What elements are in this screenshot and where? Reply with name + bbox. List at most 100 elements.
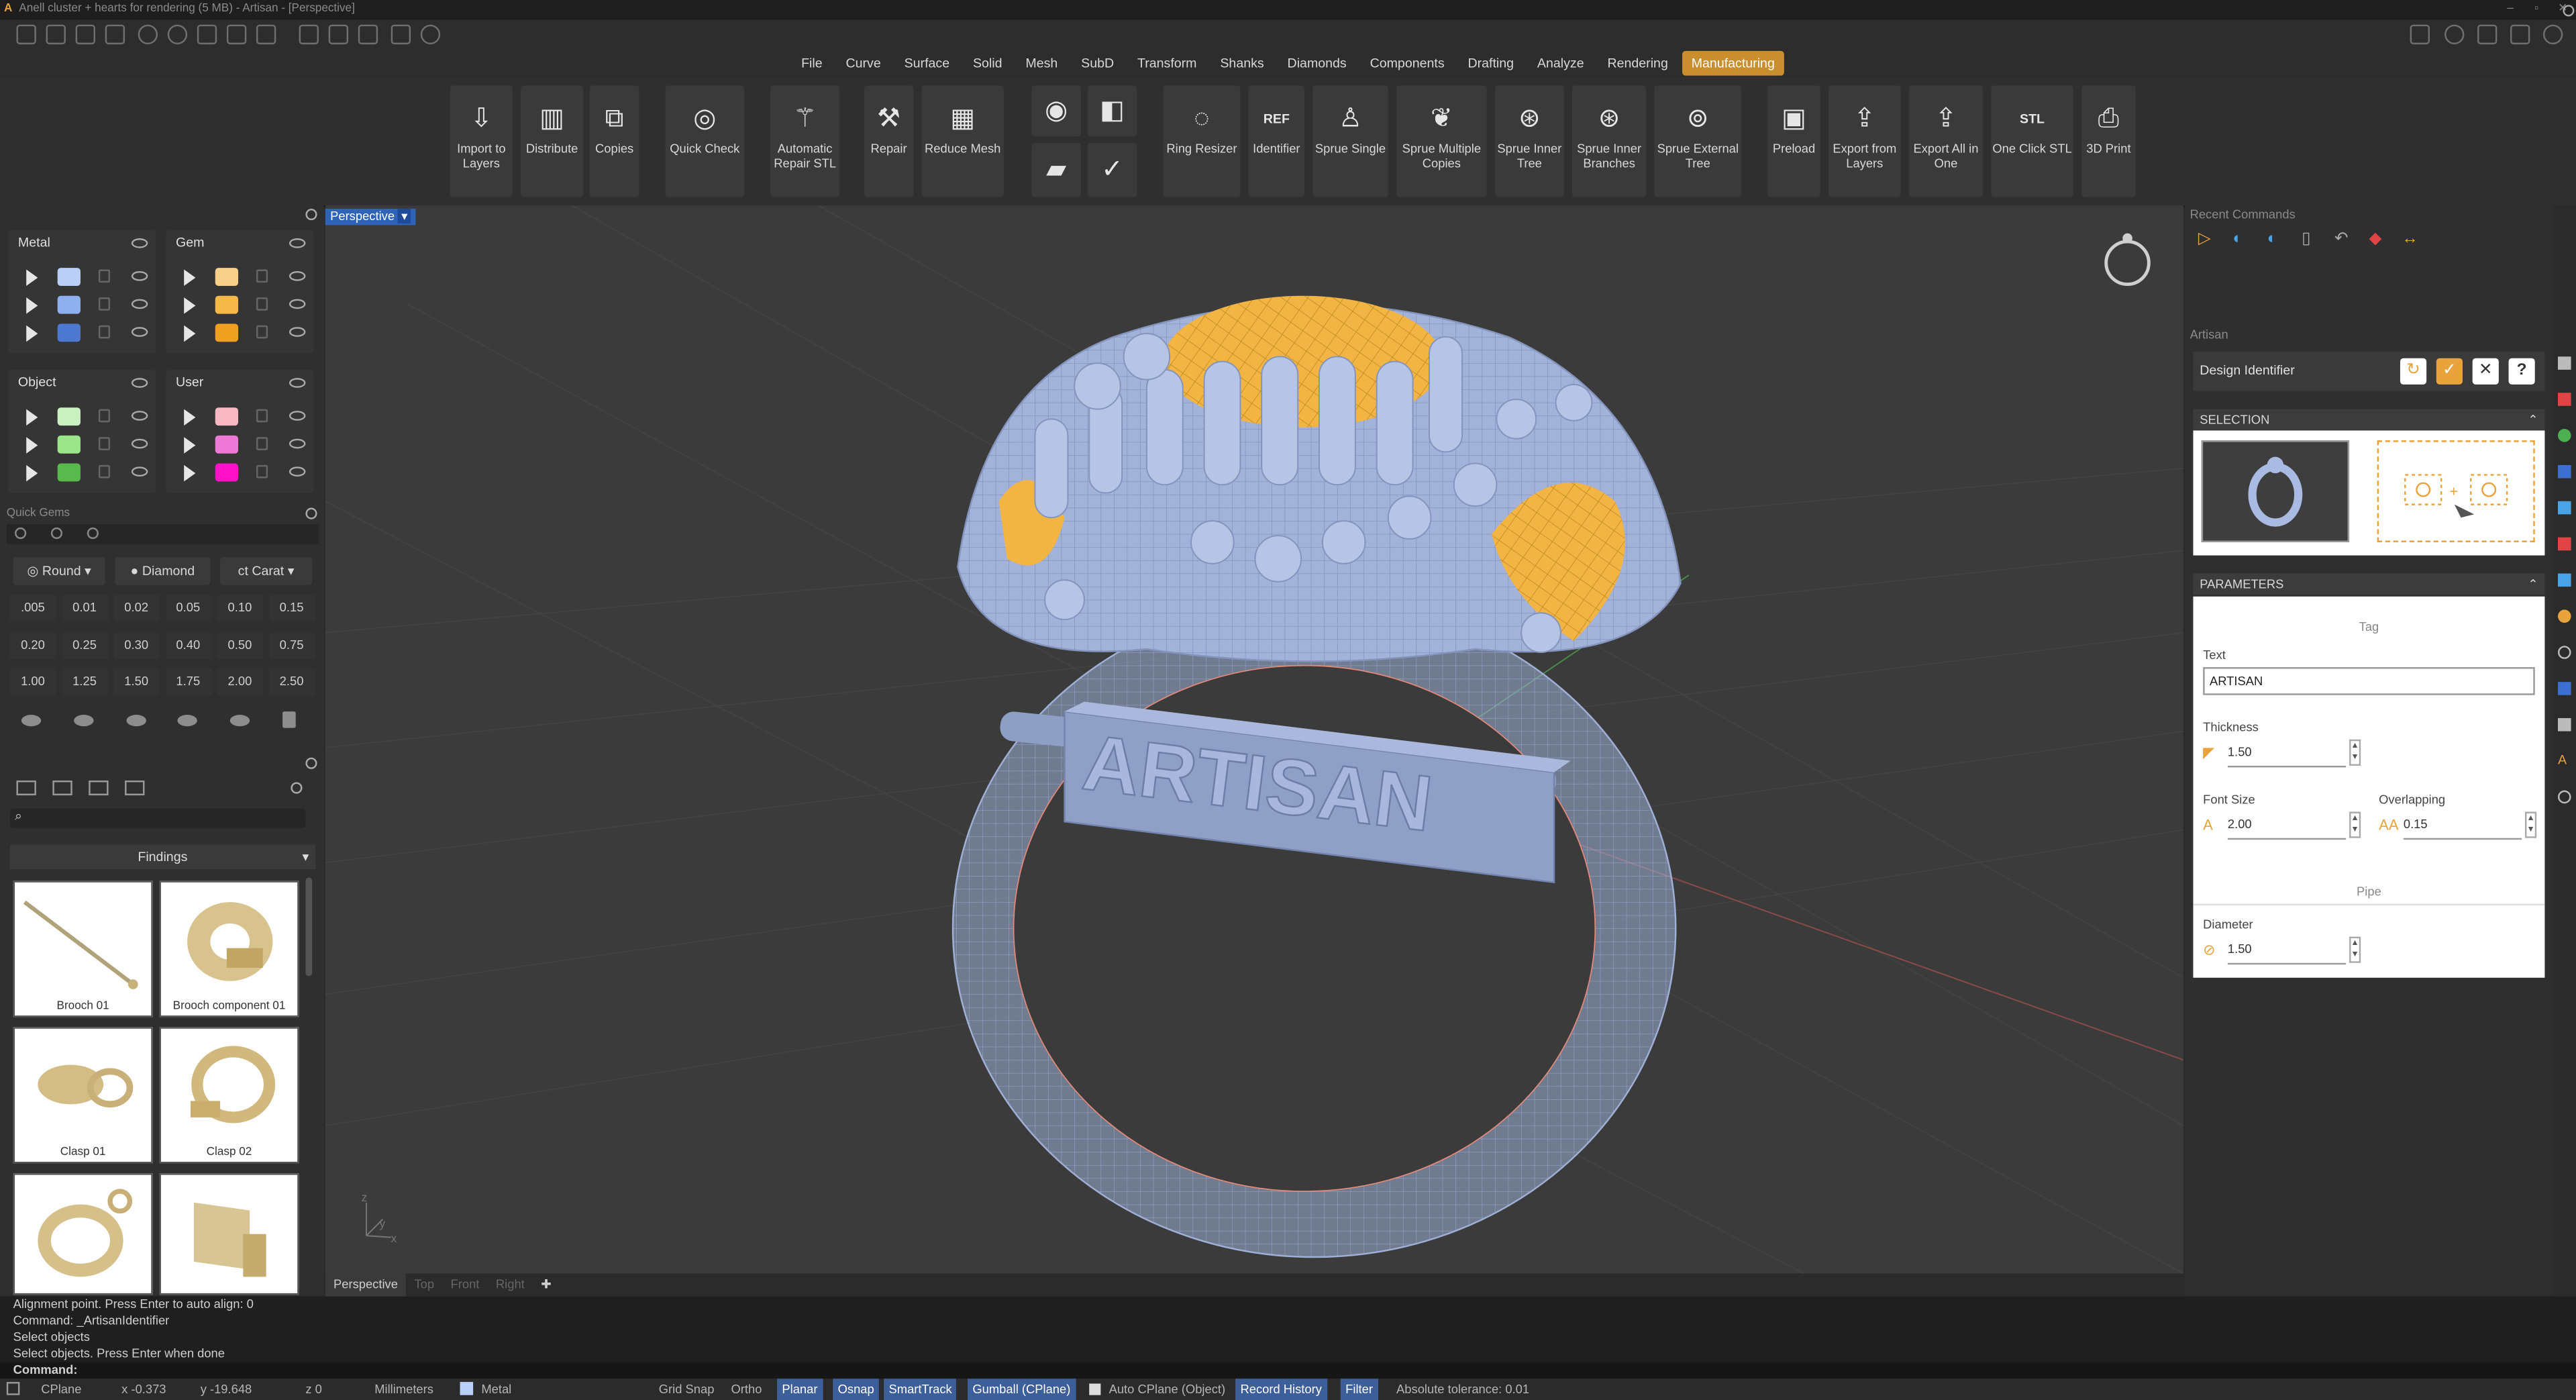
- layer-color-swatch[interactable]: [57, 323, 81, 342]
- cplane-label[interactable]: CPlane: [41, 1379, 81, 1400]
- distribute-button[interactable]: ▥ Distribute: [521, 85, 584, 197]
- diameter-input[interactable]: 1.50: [2227, 937, 2347, 965]
- gem-size-button[interactable]: 1.25: [61, 668, 108, 695]
- layer-row[interactable]: [8, 406, 156, 429]
- gem-cut-icon[interactable]: [126, 715, 146, 727]
- materials-icon[interactable]: [2558, 429, 2571, 442]
- menu-curve[interactable]: Curve: [836, 49, 891, 77]
- layer-row[interactable]: [8, 322, 156, 345]
- cancel-close-icon[interactable]: ✕: [2472, 358, 2499, 385]
- gem-cut-icon[interactable]: [74, 715, 94, 727]
- filter-toggle[interactable]: Filter: [1340, 1379, 1378, 1400]
- menu-analyze[interactable]: Analyze: [1527, 49, 1594, 77]
- lock-icon[interactable]: [256, 325, 268, 339]
- eye-icon[interactable]: [289, 378, 306, 388]
- gem-size-button[interactable]: 1.00: [9, 668, 56, 695]
- mesh-check-button[interactable]: ✓: [1087, 143, 1137, 197]
- undo-icon[interactable]: [138, 24, 158, 45]
- select-icon[interactable]: [299, 24, 319, 45]
- thickness-stepper[interactable]: ▲ ▼: [2349, 739, 2361, 766]
- gem-size-button[interactable]: 0.25: [61, 632, 108, 658]
- layer-row[interactable]: [8, 294, 156, 317]
- layer-color-swatch[interactable]: [215, 463, 239, 482]
- library-item-cufflink[interactable]: [159, 1173, 299, 1295]
- library-item-brooch-01[interactable]: Brooch 01: [13, 881, 153, 1017]
- gem-unit-dropdown[interactable]: ct Carat ▾: [220, 557, 313, 585]
- redo-icon[interactable]: [167, 24, 188, 45]
- move-icon[interactable]: [358, 24, 378, 45]
- library-item-lobster-clasp[interactable]: [13, 1173, 153, 1295]
- gem-size-button[interactable]: 0.50: [217, 632, 263, 658]
- chevron-down-icon[interactable]: ▾: [398, 208, 411, 223]
- lights-icon[interactable]: [2558, 537, 2571, 551]
- gem-size-button[interactable]: 1.75: [165, 668, 211, 695]
- thickness-input[interactable]: 1.50: [2227, 740, 2347, 768]
- play-icon[interactable]: [184, 297, 196, 314]
- gem-size-button[interactable]: 0.02: [113, 595, 160, 621]
- save-copy-icon[interactable]: [256, 24, 276, 45]
- layers-toggle-icon[interactable]: [2477, 24, 2497, 45]
- play-icon[interactable]: [184, 464, 196, 482]
- sprue-multiple-copies-button[interactable]: ❦ Sprue Multiple Copies: [1396, 85, 1487, 197]
- reduce-mesh-button[interactable]: ▦ Reduce Mesh: [921, 85, 1004, 197]
- menu-manufacturing[interactable]: Manufacturing: [1682, 50, 1785, 76]
- gem-wand-icon[interactable]: [50, 527, 63, 540]
- layer-row[interactable]: [8, 266, 156, 289]
- automatic-repair-stl-button[interactable]: ⚚ Automatic Repair STL: [770, 85, 840, 197]
- eye-icon[interactable]: [131, 327, 148, 337]
- play-icon[interactable]: [26, 269, 38, 287]
- gem-size-button[interactable]: 2.00: [217, 668, 263, 695]
- current-layer-swatch[interactable]: [460, 1382, 474, 1395]
- eye-icon[interactable]: [131, 299, 148, 309]
- eye-icon[interactable]: [131, 466, 148, 477]
- gem-size-button[interactable]: 0.75: [268, 632, 315, 658]
- library-item-brooch-component-01[interactable]: Brooch component 01: [159, 881, 299, 1017]
- layer-color-swatch[interactable]: [215, 323, 239, 342]
- gem-size-button[interactable]: .005: [9, 595, 56, 621]
- gem-size-button[interactable]: 0.20: [9, 632, 56, 658]
- perspective-viewport[interactable]: ARTISAN z y x Perspective ▾: [325, 205, 2183, 1274]
- gear-icon[interactable]: [305, 208, 317, 221]
- gem-cut-icon[interactable]: [229, 715, 250, 727]
- refresh-icon[interactable]: ↻: [2400, 358, 2427, 385]
- lock-icon[interactable]: [98, 325, 111, 339]
- refresh-icon[interactable]: [291, 782, 303, 794]
- help-icon[interactable]: ?: [2508, 358, 2535, 385]
- quick-check-button[interactable]: ◎ Quick Check: [665, 85, 745, 197]
- sprue-inner-tree-button[interactable]: ⊛ Sprue Inner Tree: [1494, 85, 1564, 197]
- settings-icon[interactable]: [2510, 24, 2530, 45]
- play-command-icon[interactable]: ▷: [2198, 230, 2218, 250]
- library-search-input[interactable]: ⌕: [9, 808, 306, 828]
- mesh-tool-2-button[interactable]: ◧: [1087, 85, 1137, 137]
- play-icon[interactable]: [26, 464, 38, 482]
- sprue-external-tree-button[interactable]: ⊚ Sprue External Tree: [1654, 85, 1742, 197]
- view-navigator-handle-icon[interactable]: [2122, 233, 2132, 244]
- library-scrollbar[interactable]: [305, 877, 313, 977]
- menu-diamonds[interactable]: Diamonds: [1278, 49, 1357, 77]
- play-icon[interactable]: [26, 409, 38, 426]
- font-size-input[interactable]: 2.00: [2227, 812, 2347, 840]
- command-history-icon-2[interactable]: ◐: [2267, 230, 2287, 250]
- layer-color-swatch[interactable]: [215, 407, 239, 426]
- layer-row[interactable]: [166, 462, 313, 485]
- menu-drafting[interactable]: Drafting: [1458, 49, 1524, 77]
- lock-icon[interactable]: [256, 464, 268, 479]
- measure-icon[interactable]: ↔: [2402, 230, 2421, 250]
- grid-view-icon[interactable]: [125, 780, 145, 796]
- target-icon[interactable]: [420, 24, 441, 45]
- command-prompt-input[interactable]: Command:: [0, 1362, 2576, 1379]
- diameter-stepper[interactable]: ▲ ▼: [2349, 936, 2361, 963]
- overlapping-input[interactable]: 0.15: [2403, 812, 2522, 840]
- gem-tool-icon[interactable]: [15, 527, 27, 540]
- gear-icon[interactable]: [305, 507, 317, 519]
- one-click-stl-button[interactable]: STL One Click STL: [1991, 85, 2073, 197]
- eye-icon[interactable]: [289, 238, 306, 248]
- eye-icon[interactable]: [131, 378, 148, 388]
- play-icon[interactable]: [26, 297, 38, 314]
- mesh-tool-1-button[interactable]: ◉: [1031, 85, 1081, 137]
- save-icon[interactable]: [197, 24, 217, 45]
- selection-section-header[interactable]: SELECTION ⌃: [2193, 409, 2545, 431]
- confirm-check-icon[interactable]: ✓: [2436, 358, 2463, 385]
- new-file-icon[interactable]: [16, 24, 36, 45]
- gem-setting-icon[interactable]: [282, 711, 296, 728]
